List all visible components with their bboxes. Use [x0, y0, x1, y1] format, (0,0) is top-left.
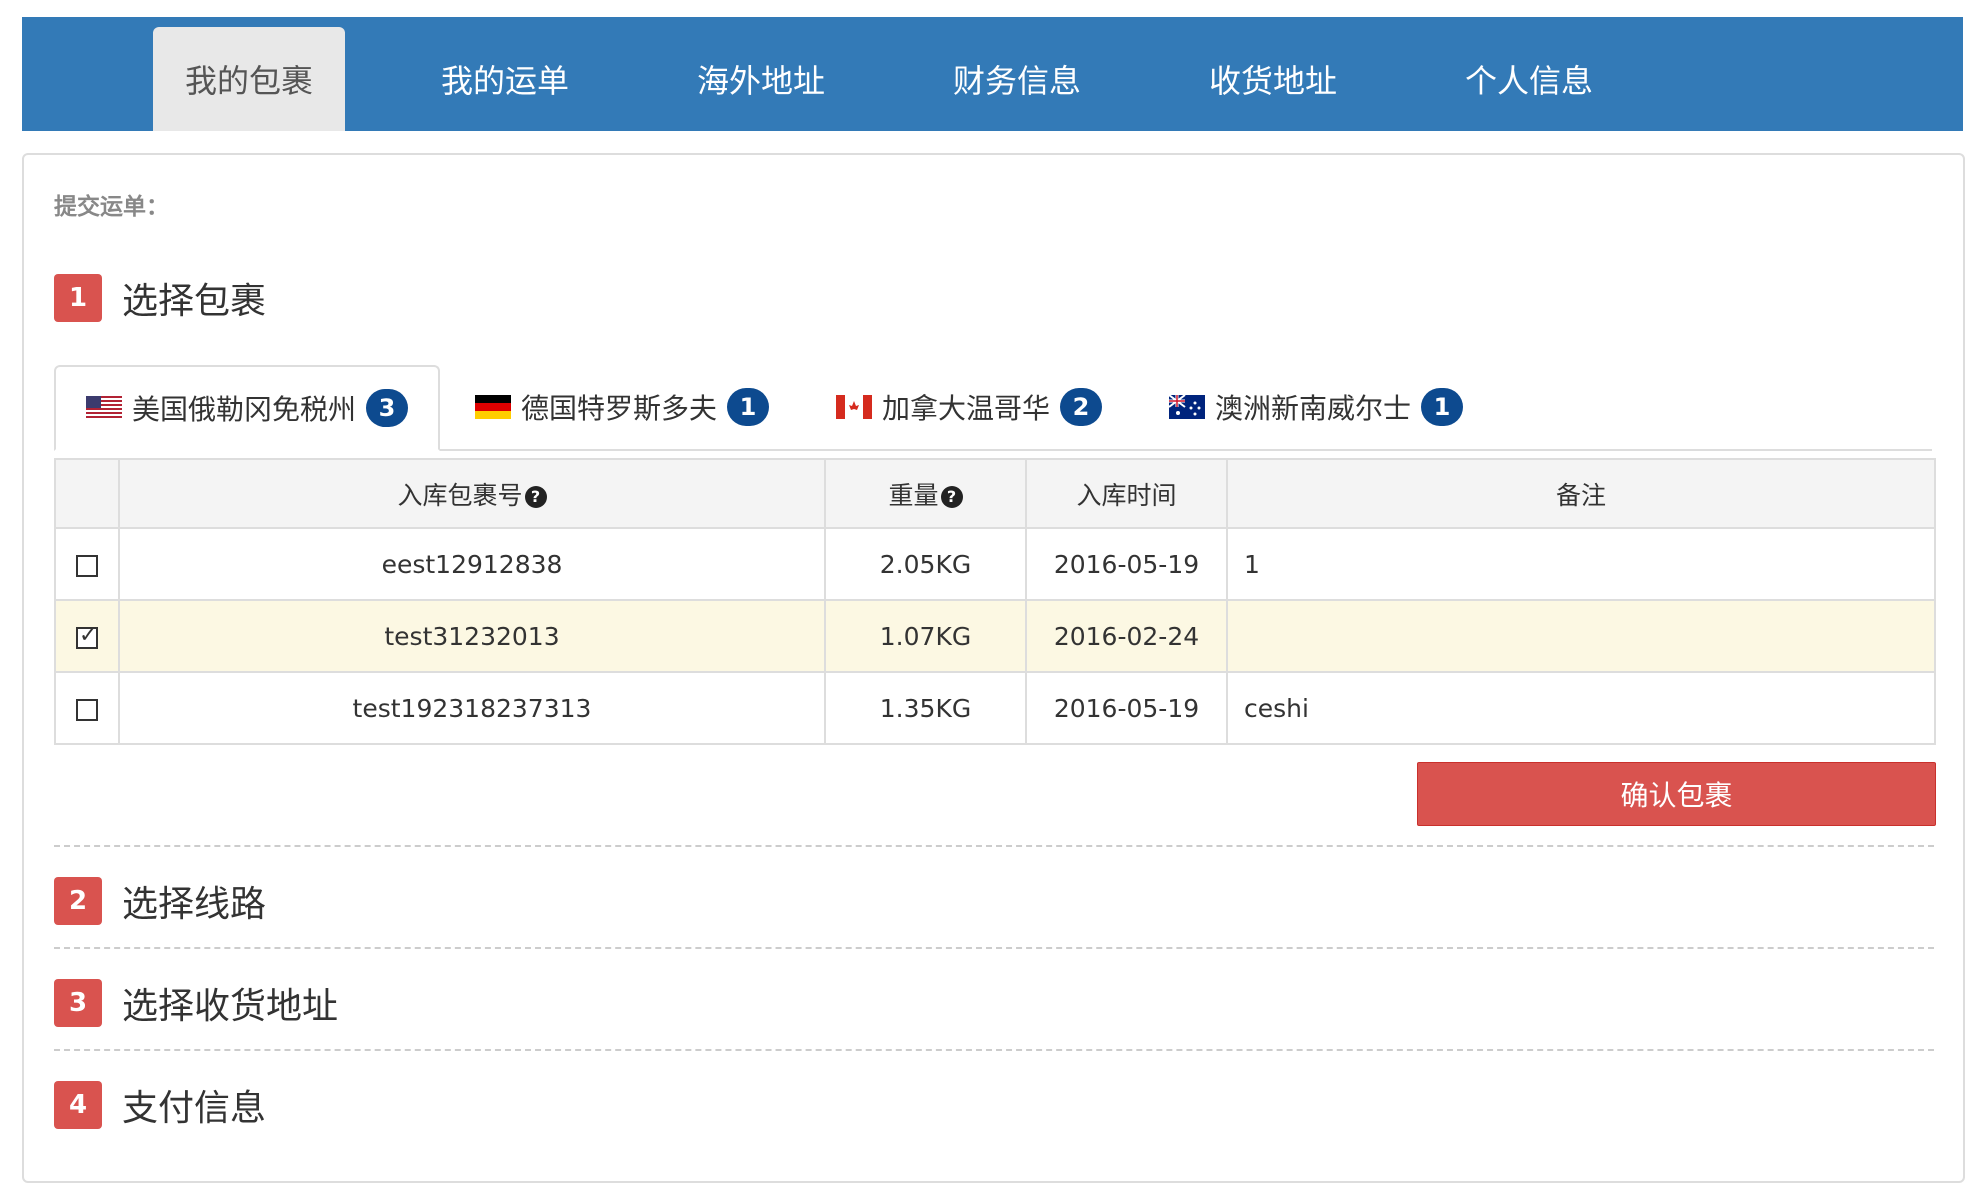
- package-no-cell: eest12912838: [118, 527, 826, 601]
- nav-finance-info[interactable]: 财务信息: [921, 27, 1113, 131]
- tab-us-oregon[interactable]: 美国俄勒冈免税州 3: [54, 365, 441, 451]
- section-divider: [54, 947, 1934, 949]
- step-number-badge: 4: [54, 1081, 102, 1129]
- step-2-header[interactable]: 2 选择线路: [54, 875, 266, 927]
- table-header-row: 入库包裹号? 重量? 入库时间 备注: [54, 458, 1936, 529]
- us-flag-icon: [86, 396, 122, 420]
- time-cell: 2016-05-19: [1025, 671, 1228, 745]
- weight-cell: 1.07KG: [824, 599, 1027, 673]
- tab-label: 加拿大温哥华: [882, 392, 1051, 425]
- warehouse-tabs: 美国俄勒冈免税州 3 德国特罗斯多夫 1 加拿大温哥华 2 澳洲新南威尔士 1: [54, 365, 1932, 451]
- nav-overseas-address[interactable]: 海外地址: [665, 27, 857, 131]
- de-flag-icon: [475, 395, 511, 419]
- tab-australia-nsw[interactable]: 澳洲新南威尔士 1: [1139, 365, 1493, 449]
- time-cell: 2016-02-24: [1025, 599, 1228, 673]
- remark-header: 备注: [1226, 458, 1936, 529]
- row-checkbox[interactable]: [76, 698, 98, 721]
- nav-shipping-address[interactable]: 收货地址: [1177, 27, 1369, 131]
- au-flag-icon: [1169, 395, 1205, 419]
- remark-cell: ceshi: [1226, 671, 1936, 745]
- row-checkbox[interactable]: [76, 554, 98, 577]
- submit-waybill-panel: 提交运单： 1 选择包裹 美国俄勒冈免税州 3 德国特罗斯多夫 1 加拿大温哥华…: [22, 153, 1965, 1183]
- submit-waybill-label: 提交运单：: [54, 194, 169, 220]
- section-divider: [54, 1049, 1934, 1051]
- header-label: 入库包裹号: [397, 480, 523, 510]
- step-title: 选择包裹: [122, 281, 267, 322]
- tab-label: 美国俄勒冈免税州: [132, 393, 357, 426]
- step-3-header[interactable]: 3 选择收货地址: [54, 977, 338, 1029]
- weight-cell: 2.05KG: [824, 527, 1027, 601]
- step-title: 支付信息: [122, 1088, 267, 1129]
- table-row[interactable]: test31232013 1.07KG 2016-02-24: [54, 599, 1936, 673]
- step-title: 选择线路: [122, 884, 267, 925]
- tab-label: 德国特罗斯多夫: [521, 392, 718, 425]
- table-row[interactable]: eest12912838 2.05KG 2016-05-19 1: [54, 527, 1936, 601]
- nav-my-waybills[interactable]: 我的运单: [409, 27, 601, 131]
- package-table: 入库包裹号? 重量? 入库时间 备注 eest12912838 2.05KG 2…: [54, 458, 1936, 745]
- step-number-badge: 3: [54, 979, 102, 1027]
- help-icon[interactable]: ?: [940, 485, 963, 508]
- remark-cell: [1226, 599, 1936, 673]
- top-navbar: 我的包裹 我的运单 海外地址 财务信息 收货地址 个人信息: [22, 17, 1963, 131]
- row-checkbox[interactable]: [76, 623, 98, 649]
- package-count-badge: 1: [1421, 388, 1464, 426]
- tab-label: 澳洲新南威尔士: [1215, 392, 1412, 425]
- remark-cell: 1: [1226, 527, 1936, 601]
- ca-flag-icon: [836, 395, 872, 419]
- header-label: 重量: [888, 480, 939, 510]
- time-cell: 2016-05-19: [1025, 527, 1228, 601]
- step-number-badge: 1: [54, 274, 102, 322]
- section-divider: [54, 845, 1934, 847]
- weight-header: 重量?: [824, 458, 1027, 529]
- table-row[interactable]: test192318237313 1.35KG 2016-05-19 ceshi: [54, 671, 1936, 745]
- row-select-cell: [54, 599, 120, 673]
- help-icon[interactable]: ?: [524, 485, 547, 508]
- package-no-header: 入库包裹号?: [118, 458, 826, 529]
- step-1-header[interactable]: 1 选择包裹: [54, 272, 266, 324]
- step-4-header[interactable]: 4 支付信息: [54, 1079, 266, 1131]
- package-count-badge: 3: [366, 389, 409, 427]
- step-number-badge: 2: [54, 877, 102, 925]
- row-select-cell: [54, 671, 120, 745]
- tab-germany-troisdorf[interactable]: 德国特罗斯多夫 1: [445, 365, 799, 449]
- select-column-header: [54, 458, 120, 529]
- package-count-badge: 2: [1060, 388, 1103, 426]
- weight-cell: 1.35KG: [824, 671, 1027, 745]
- time-header: 入库时间: [1025, 458, 1228, 529]
- tab-canada-vancouver[interactable]: 加拿大温哥华 2: [806, 365, 1132, 449]
- package-no-cell: test192318237313: [118, 671, 826, 745]
- row-select-cell: [54, 527, 120, 601]
- package-no-cell: test31232013: [118, 599, 826, 673]
- step-title: 选择收货地址: [122, 986, 339, 1027]
- nav-my-packages[interactable]: 我的包裹: [153, 27, 345, 131]
- confirm-packages-button[interactable]: 确认包裹: [1417, 762, 1936, 826]
- nav-personal-info[interactable]: 个人信息: [1433, 27, 1625, 131]
- package-count-badge: 1: [727, 388, 770, 426]
